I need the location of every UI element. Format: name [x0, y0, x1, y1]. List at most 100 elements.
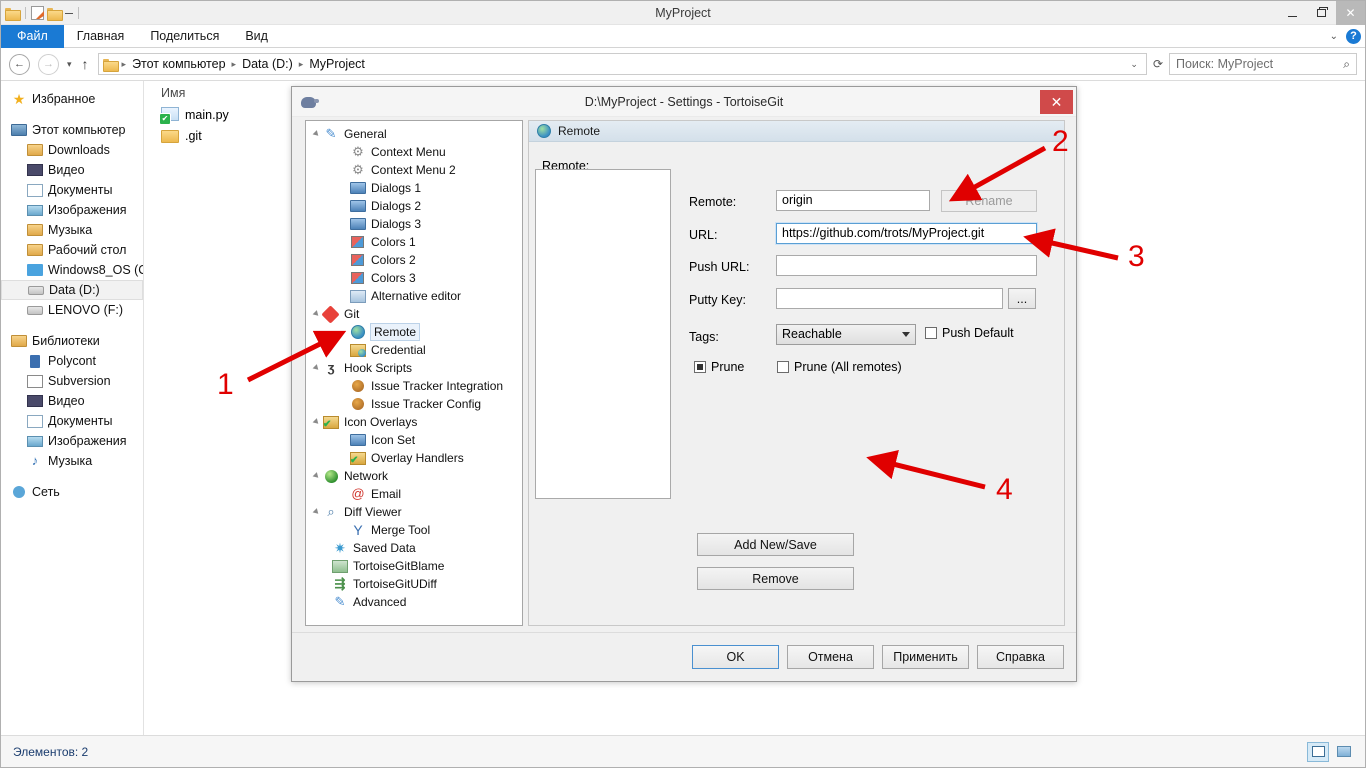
prune-checkbox[interactable]: Prune [694, 360, 744, 374]
recent-locations-icon[interactable]: ▾ [67, 59, 72, 70]
tree-item-context-menu[interactable]: ⚙ Context Menu [310, 143, 522, 161]
ribbon-tab-view[interactable]: Вид [232, 25, 281, 48]
sidebar-item-desktop[interactable]: Рабочий стол [1, 240, 143, 260]
sidebar-item-network[interactable]: Сеть [1, 482, 143, 502]
tree-item-colors-2[interactable]: Colors 2 [310, 251, 522, 269]
sidebar-item-music-library[interactable]: ♪ Музыка [1, 451, 143, 471]
thumbnail-view-button[interactable] [1333, 742, 1355, 762]
tree-item-colors-3[interactable]: Colors 3 [310, 269, 522, 287]
details-view-button[interactable] [1307, 741, 1329, 762]
ribbon-tab-file[interactable]: Файл [1, 25, 64, 48]
tree-item-colors-1[interactable]: Colors 1 [310, 233, 522, 251]
putty-key-browse-button[interactable]: ... [1008, 288, 1036, 309]
add-new-save-button[interactable]: Add New/Save [697, 533, 854, 556]
tree-item-overlay-handlers[interactable]: Overlay Handlers [310, 449, 522, 467]
search-input[interactable]: Поиск: MyProject ⌕ [1169, 53, 1357, 75]
back-button[interactable]: ← [9, 53, 30, 75]
sidebar-item-downloads[interactable]: Downloads [1, 140, 143, 160]
sidebar-item-documents[interactable]: Документы [1, 180, 143, 200]
expander-icon[interactable] [312, 130, 321, 138]
prune-all-remotes-checkbox[interactable]: Prune (All remotes) [777, 360, 902, 374]
tree-item-issue-tracker-integration[interactable]: Issue Tracker Integration [310, 377, 522, 395]
push-url-input[interactable] [776, 255, 1037, 276]
sidebar-item-lenovo-f[interactable]: LENOVO (F:) [1, 300, 143, 320]
sidebar-item-pictures-library[interactable]: Изображения [1, 431, 143, 451]
remove-button[interactable]: Remove [697, 567, 854, 590]
sidebar-item-favorites[interactable]: ★ Избранное [1, 89, 143, 109]
tree-item-saved-data[interactable]: ✷ Saved Data [310, 539, 522, 557]
tree-item-dialogs-1[interactable]: Dialogs 1 [310, 179, 522, 197]
tree-item-credential[interactable]: Credential [310, 341, 522, 359]
tree-item-issue-tracker-config[interactable]: Issue Tracker Config [310, 395, 522, 413]
tree-item-network[interactable]: Network [310, 467, 522, 485]
sidebar-item-subversion[interactable]: Subversion [1, 371, 143, 391]
rename-button[interactable]: Rename [941, 190, 1037, 212]
tree-item-tortoisegitudiff[interactable]: ⇶ TortoiseGitUDiff [310, 575, 522, 593]
tree-item-hook-scripts[interactable]: ʒ Hook Scripts [310, 359, 522, 377]
minimize-button[interactable] [1278, 1, 1307, 25]
tree-item-advanced[interactable]: ✎ Advanced [310, 593, 522, 611]
search-icon[interactable]: ⌕ [1343, 57, 1350, 72]
settings-tree[interactable]: ✎ General ⚙ Context Menu ⚙ Context Menu … [305, 120, 523, 626]
sidebar-item-this-pc[interactable]: Этот компьютер [1, 120, 143, 140]
expander-icon[interactable] [312, 472, 321, 480]
expander-icon[interactable] [312, 418, 321, 426]
tree-item-remote[interactable]: Remote [310, 323, 522, 341]
expander-icon[interactable] [312, 364, 321, 372]
checkbox-box[interactable] [925, 327, 937, 339]
push-default-checkbox[interactable]: Push Default [925, 326, 1014, 340]
sidebar-item-music[interactable]: Музыка [1, 220, 143, 240]
dialog-close-button[interactable]: ✕ [1040, 90, 1073, 114]
help-button[interactable]: Справка [977, 645, 1064, 669]
page-header: Remote [529, 121, 1064, 142]
navigation-pane[interactable]: ★ Избранное Этот компьютер Downloads Вид… [1, 81, 144, 735]
url-input[interactable]: https://github.com/trots/MyProject.git [775, 222, 1038, 245]
checkbox-box[interactable] [777, 361, 789, 373]
tree-item-context-menu-2[interactable]: ⚙ Context Menu 2 [310, 161, 522, 179]
tree-item-diff-viewer[interactable]: ⌕ Diff Viewer [310, 503, 522, 521]
forward-button[interactable]: → [38, 53, 59, 75]
tree-item-tortoisegitblame[interactable]: TortoiseGitBlame [310, 557, 522, 575]
expander-icon[interactable] [312, 508, 321, 516]
remote-name-input[interactable]: origin [776, 190, 930, 211]
maximize-button[interactable] [1307, 1, 1336, 25]
apply-button[interactable]: Применить [882, 645, 969, 669]
tree-item-icon-set[interactable]: Icon Set [310, 431, 522, 449]
breadcrumb-item-computer[interactable]: Этот компьютер [127, 57, 230, 71]
tree-item-general[interactable]: ✎ General [310, 125, 522, 143]
sidebar-item-polycont[interactable]: Polycont [1, 351, 143, 371]
tree-item-git[interactable]: Git [310, 305, 522, 324]
breadcrumb[interactable]: ▸ Этот компьютер ▸ Data (D:) ▸ MyProject… [97, 53, 1147, 75]
close-button[interactable]: ✕ [1336, 1, 1365, 25]
chevron-down-icon[interactable]: ⌄ [1330, 31, 1338, 42]
tree-item-icon-overlays[interactable]: Icon Overlays [310, 413, 522, 431]
sidebar-item-data-d[interactable]: Data (D:) [1, 280, 143, 300]
breadcrumb-dropdown-icon[interactable]: ⌄ [1130, 59, 1142, 70]
help-icon[interactable]: ? [1346, 29, 1361, 44]
tree-item-email[interactable]: @ Email [310, 485, 522, 503]
checkbox-box-indeterminate[interactable] [694, 361, 706, 373]
sidebar-item-libraries[interactable]: Библиотеки [1, 331, 143, 351]
tree-item-merge-tool[interactable]: Y Merge Tool [310, 521, 522, 539]
cancel-button[interactable]: Отмена [787, 645, 874, 669]
sidebar-item-documents-library[interactable]: Документы [1, 411, 143, 431]
tree-item-dialogs-2[interactable]: Dialogs 2 [310, 197, 522, 215]
sidebar-item-video[interactable]: Видео [1, 160, 143, 180]
putty-key-input[interactable] [776, 288, 1003, 309]
ok-button[interactable]: OK [692, 645, 779, 669]
ribbon-tab-share[interactable]: Поделиться [137, 25, 232, 48]
sidebar-item-windows8-os[interactable]: Windows8_OS (C [1, 260, 143, 280]
up-button[interactable]: ↑ [82, 56, 89, 72]
breadcrumb-item-data-d[interactable]: Data (D:) [237, 57, 298, 71]
tree-item-alternative-editor[interactable]: Alternative editor [310, 287, 522, 305]
sidebar-item-video-library[interactable]: Видео [1, 391, 143, 411]
breadcrumb-item-myproject[interactable]: MyProject [304, 57, 370, 71]
refresh-icon[interactable]: ⟳ [1147, 57, 1169, 71]
tree-item-dialogs-3[interactable]: Dialogs 3 [310, 215, 522, 233]
tags-select[interactable]: Reachable [776, 324, 916, 345]
chevron-down-icon[interactable] [902, 332, 910, 337]
sidebar-item-pictures[interactable]: Изображения [1, 200, 143, 220]
expander-icon[interactable] [312, 310, 321, 318]
remote-listbox[interactable] [535, 169, 671, 499]
ribbon-tab-home[interactable]: Главная [64, 25, 138, 48]
